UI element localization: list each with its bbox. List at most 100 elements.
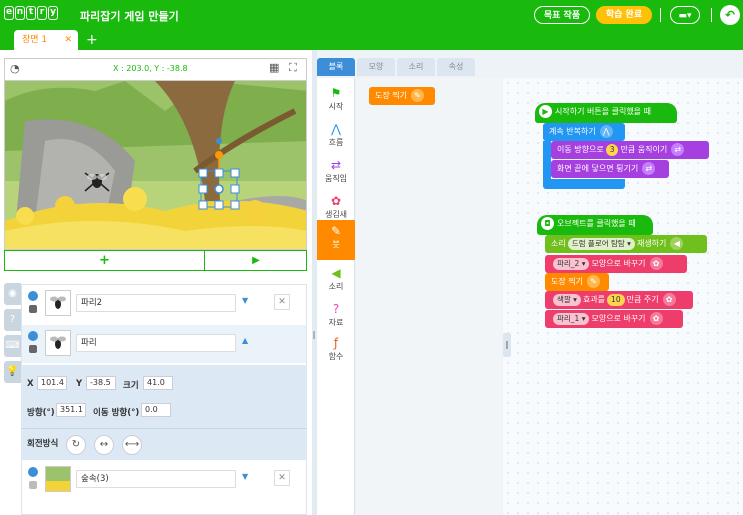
category-motion[interactable]: ⇄ 움직임 [317,154,355,188]
bulb-icon[interactable]: 💡 [4,361,21,383]
category-data[interactable]: ? 자료 [317,298,355,332]
tab-sounds[interactable]: 소리 [397,58,435,76]
block-label: 만큼 움직이기 [620,145,668,154]
back-icon[interactable]: ↶ [720,5,740,25]
collapse-icon[interactable]: ▲ [242,336,248,345]
expand-icon[interactable]: ▼ [242,472,248,481]
start-hat-block[interactable]: ▶ 시작하기 버튼을 클릭했을 때 [535,103,677,123]
effect-dropdown[interactable]: 색깔 ▾ [553,293,581,306]
category-flow[interactable]: ⋀ 흐름 [317,118,355,152]
move-direction-field[interactable]: 0.0 [141,403,171,417]
category-looks[interactable]: ✿ 생김새 [317,190,355,224]
direction-field[interactable]: 351.1 [56,403,86,417]
effect-amount[interactable]: 10 [607,293,625,306]
category-start[interactable]: ⚑ 시작 [317,82,355,116]
script-canvas[interactable]: ▶ 시작하기 버튼을 클릭했을 때 계속 반복하기 ⋀ 이동 방향으로 3 만큼 움직이… [503,78,743,515]
move-block[interactable]: 이동 방향으로 3 만큼 움직이기 ⇄ [551,141,709,159]
grid-icon[interactable]: ▦ [269,61,279,74]
shape-dropdown[interactable]: 파리_2 ▾ [553,257,590,270]
object-name[interactable]: 파리2 [76,294,236,312]
direction-label: 방향(°) [27,408,55,418]
divider [711,8,712,22]
object-click-hat-block[interactable]: ◘ 오브젝트를 클릭했을 때 [537,215,653,235]
block-label: 오브젝트를 클릭했을 때 [557,219,636,228]
play-button[interactable]: ▶ [206,251,306,270]
add-scene-button[interactable]: + [86,32,98,48]
lock-icon[interactable] [29,481,37,489]
expand-icon[interactable]: ▼ [242,296,248,305]
object-name[interactable]: 숲속(3) [76,470,236,488]
sound-dropdown[interactable]: 드럼 플로어 탐탐 ▾ [567,237,635,250]
tab-objects[interactable]: ◉ [4,283,21,305]
done-button[interactable]: 학습 완료 [596,6,652,24]
flag-icon: ⚑ [330,86,342,100]
stage-scene [5,81,306,249]
tab-shapes[interactable]: 모양 [357,58,395,76]
entry-logo[interactable]: e n t r y [4,6,58,22]
help-icon[interactable]: ? [4,309,21,331]
eye-icon[interactable] [28,331,38,341]
add-object-button[interactable]: + [5,251,205,270]
category-sound[interactable]: ◀ 소리 [317,262,355,296]
category-label: 움직임 [324,174,348,183]
shape-dropdown[interactable]: 파리_1 ▾ [553,312,590,325]
goal-button[interactable]: 목표 작품 [534,6,590,24]
block-label: 시작하기 버튼을 클릭했을 때 [555,107,651,116]
block-label: 만큼 주기 [626,295,659,304]
object-item[interactable]: 파리2 ▼ ✕ [22,285,306,323]
tab-blocks[interactable]: 블록 [317,58,355,76]
looks-icon: ✿ [330,194,342,208]
delete-icon[interactable]: ✕ [274,294,290,310]
stage-canvas[interactable] [4,80,307,250]
rotate-none-icon[interactable]: ⟷ [122,435,142,455]
looks-icon: ✿ [649,312,663,325]
category-function[interactable]: ƒ 함수 [317,332,355,366]
tab-properties[interactable]: 속성 [437,58,475,76]
lock-icon[interactable] [29,345,37,353]
bounce-block[interactable]: 화면 끝에 닿으면 튕기기 ⇄ [551,160,669,178]
rotate-free-icon[interactable]: ↻ [66,435,86,455]
play-sound-block[interactable]: 소리 드럼 플로어 탐탐 ▾ 재생하기 ◀ [545,235,707,253]
category-list: ⚑ 시작 ⋀ 흐름 ⇄ 움직임 ✿ 생김새 ✎ 붓 ◀ 소리 ? 자료 ƒ 함수 [317,78,355,515]
change-shape-block[interactable]: 파리_1 ▾ 모양으로 바꾸기 ✿ [545,310,683,328]
block-label: 도장 찍기 [375,91,407,100]
category-label: 흐름 [328,138,344,147]
object-item[interactable]: 숲속(3) ▼ ✕ [22,461,306,499]
rotate-horizontal-icon[interactable]: ↔ [94,435,114,455]
eye-icon[interactable] [28,467,38,477]
flow-icon: ⋀ [331,122,341,136]
sound-icon: ◀ [670,237,684,250]
function-icon: ƒ [333,336,339,350]
top-bar: e n t r y 파리잡기 게임 만들기 목표 작품 학습 완료 ▬▾ ↶ [0,0,743,30]
object-item-selected[interactable]: 파리 ▲ [22,325,306,363]
fullscreen-icon[interactable]: ⛶ [289,61,297,75]
keyboard-icon[interactable]: ⌨ [4,335,21,357]
coordinate-readout: X : 203.0, Y : -38.8 [113,64,188,73]
effect-block[interactable]: 색깔 ▾ 효과를 10 만큼 주기 ✿ [545,291,693,309]
stamp-block[interactable]: 도장 찍기 ✎ [545,273,609,291]
palette-resize-handle[interactable]: ‖ [503,333,511,357]
object-name[interactable]: 파리 [76,334,236,352]
move-value[interactable]: 3 [605,143,619,156]
logo-letter: n [15,6,25,20]
category-brush[interactable]: ✎ 붓 [317,220,355,260]
scene-tab[interactable]: 장면 1 ✕ [14,30,78,50]
block-label: 모양으로 바꾸기 [591,259,646,268]
y-label: Y [76,379,83,389]
y-field[interactable]: -38.5 [86,376,116,390]
eye-icon[interactable] [28,291,38,301]
speed-icon[interactable]: ◔ [10,62,20,75]
close-icon[interactable]: ✕ [64,30,72,50]
size-field[interactable]: 41.0 [143,376,173,390]
motion-icon: ⇄ [671,143,685,156]
lock-icon[interactable] [29,305,37,313]
menu-icon[interactable]: ▬▾ [670,6,700,24]
block-label: 화면 끝에 닿으면 튕기기 [557,164,639,173]
stamp-block[interactable]: 도장 찍기 ✎ [369,87,435,105]
x-field[interactable]: 101.4 [37,376,67,390]
project-title: 파리잡기 게임 만들기 [80,10,179,23]
change-shape-block[interactable]: 파리_2 ▾ 모양으로 바꾸기 ✿ [545,255,687,273]
repeat-forever-block[interactable]: 계속 반복하기 ⋀ [543,123,625,141]
block-label: 이동 방향으로 [557,145,604,154]
delete-icon[interactable]: ✕ [274,470,290,486]
